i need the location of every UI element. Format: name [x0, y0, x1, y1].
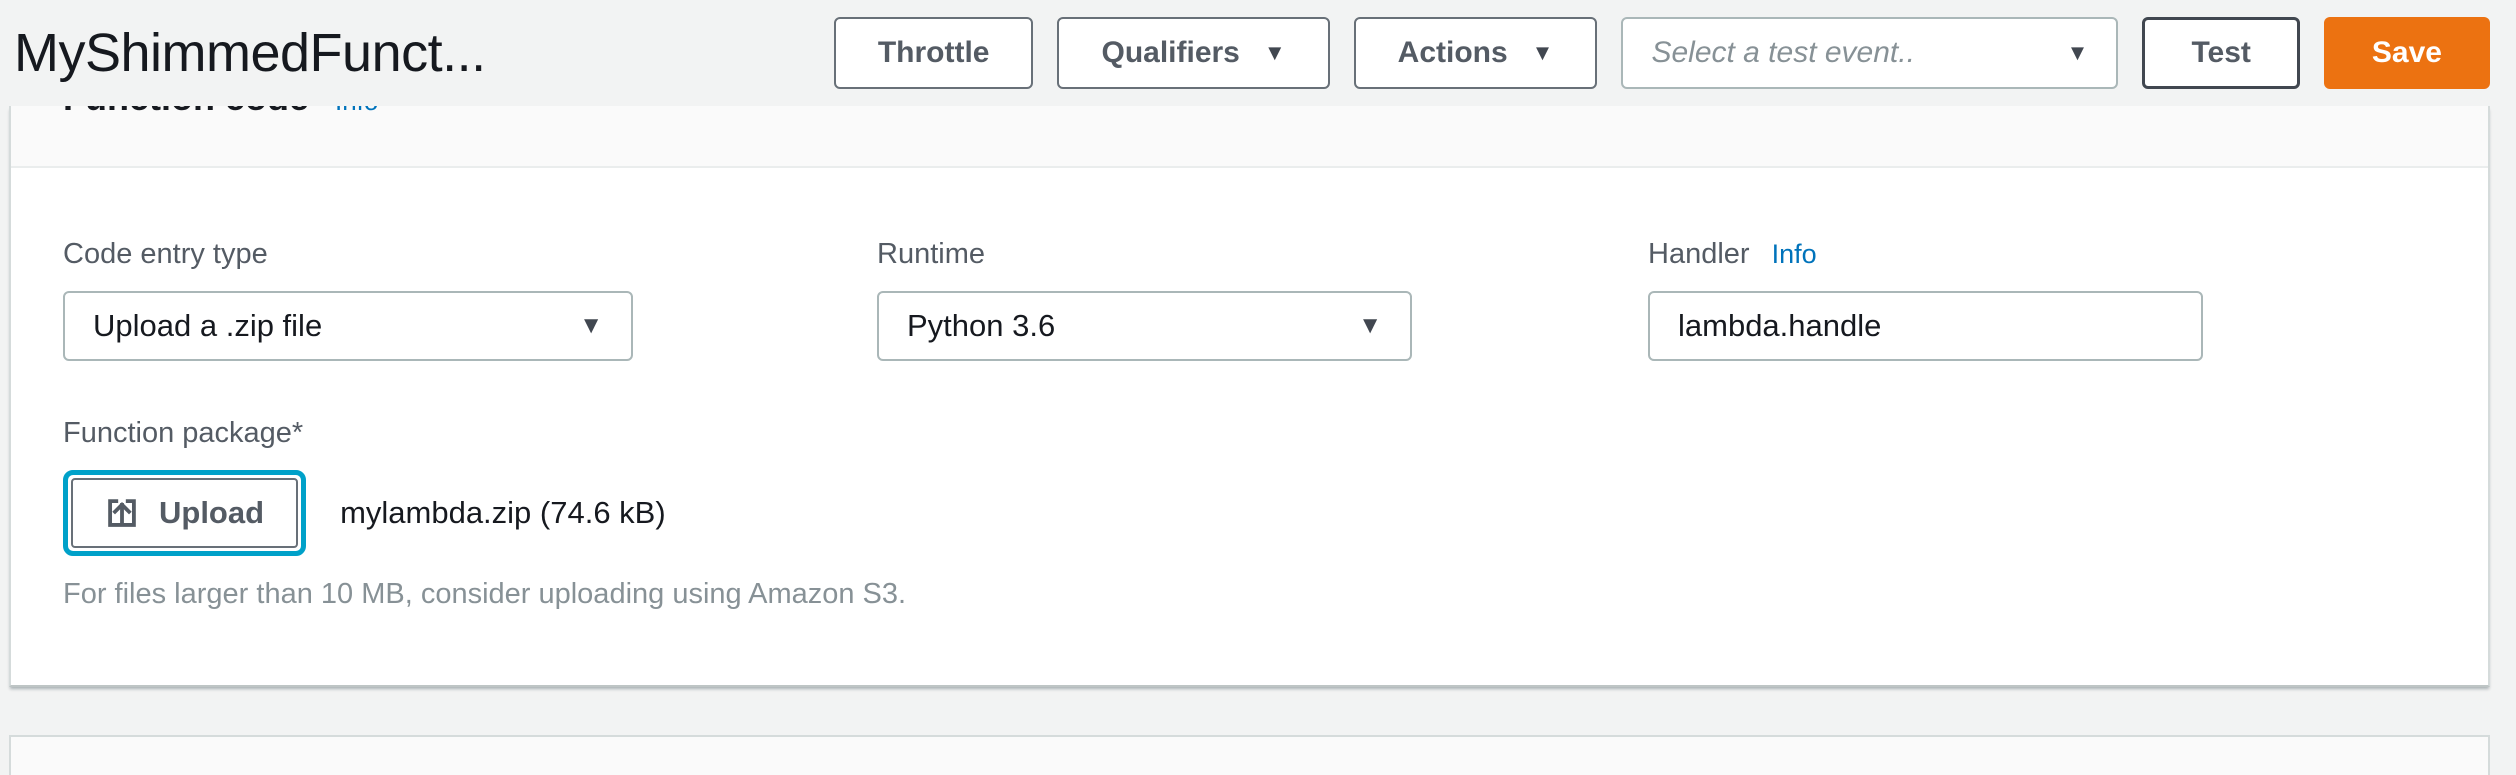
- upload-icon: [105, 496, 139, 530]
- next-panel-top-edge: [9, 735, 2490, 775]
- chevron-down-icon: ▼: [2067, 40, 2089, 66]
- runtime-value: Python 3.6: [907, 308, 1055, 344]
- upload-button[interactable]: Upload: [71, 478, 298, 548]
- code-config-row: Code entry type Upload a .zip file ▼ Run…: [63, 238, 2436, 361]
- main-content: Function code Info Code entry type Uploa…: [9, 106, 2490, 735]
- upload-button-focus-ring: Upload: [63, 470, 306, 556]
- handler-field: Handler Info: [1648, 238, 2203, 361]
- function-code-panel-header: Function code Info: [11, 106, 2488, 168]
- panel-gap: [9, 687, 2490, 735]
- header-actions: Throttle Qualifiers ▼ Actions ▼ Select a…: [834, 17, 2490, 89]
- chevron-down-icon: ▼: [1264, 40, 1286, 66]
- function-package-label-text: Function package*: [63, 417, 303, 450]
- save-button[interactable]: Save: [2324, 17, 2490, 89]
- test-button[interactable]: Test: [2142, 17, 2299, 89]
- runtime-field: Runtime Python 3.6 ▼: [877, 238, 1412, 361]
- function-code-panel-body: Code entry type Upload a .zip file ▼ Run…: [11, 168, 2488, 685]
- function-package-section: Function package* Upload myla: [63, 417, 2436, 611]
- function-code-panel: Function code Info Code entry type Uploa…: [9, 106, 2490, 687]
- handler-info-link[interactable]: Info: [1772, 239, 1817, 270]
- upload-button-label: Upload: [159, 495, 264, 531]
- throttle-button-label: Throttle: [878, 36, 990, 70]
- actions-button-label: Actions: [1398, 36, 1508, 70]
- actions-button[interactable]: Actions ▼: [1354, 17, 1598, 89]
- test-event-select-placeholder: Select a test event..: [1651, 36, 1914, 70]
- runtime-label-text: Runtime: [877, 238, 985, 271]
- function-header-bar: MyShimmedFunct... Throttle Qualifiers ▼ …: [0, 0, 2516, 106]
- code-entry-type-field: Code entry type Upload a .zip file ▼: [63, 238, 633, 361]
- function-code-info-link[interactable]: Info: [335, 106, 378, 117]
- section-title: Function code: [63, 106, 309, 120]
- upload-helper-text: For files larger than 10 MB, consider up…: [63, 578, 2436, 611]
- handler-input[interactable]: [1648, 291, 2203, 361]
- runtime-label: Runtime: [877, 238, 1412, 271]
- qualifiers-button[interactable]: Qualifiers ▼: [1057, 17, 1329, 89]
- chevron-down-icon: ▼: [579, 312, 603, 340]
- uploaded-file-info: mylambda.zip (74.6 kB): [340, 495, 666, 531]
- chevron-down-icon: ▼: [1532, 40, 1554, 66]
- function-package-label: Function package*: [63, 417, 2436, 450]
- qualifiers-button-label: Qualifiers: [1101, 36, 1239, 70]
- handler-label-text: Handler: [1648, 238, 1750, 271]
- handler-label: Handler Info: [1648, 238, 2203, 271]
- code-entry-type-value: Upload a .zip file: [93, 308, 322, 344]
- upload-row: Upload mylambda.zip (74.6 kB): [63, 470, 2436, 556]
- code-entry-type-dropdown[interactable]: Upload a .zip file ▼: [63, 291, 633, 361]
- test-event-select[interactable]: Select a test event.. ▼: [1621, 17, 2118, 89]
- test-button-label: Test: [2191, 36, 2250, 70]
- function-code-heading-row: Function code Info: [63, 106, 2488, 120]
- runtime-dropdown[interactable]: Python 3.6 ▼: [877, 291, 1412, 361]
- code-entry-type-label: Code entry type: [63, 238, 633, 271]
- code-entry-type-label-text: Code entry type: [63, 238, 268, 271]
- page-title: MyShimmedFunct...: [14, 22, 834, 84]
- save-button-label: Save: [2372, 36, 2442, 70]
- throttle-button[interactable]: Throttle: [834, 17, 1034, 89]
- chevron-down-icon: ▼: [1358, 312, 1382, 340]
